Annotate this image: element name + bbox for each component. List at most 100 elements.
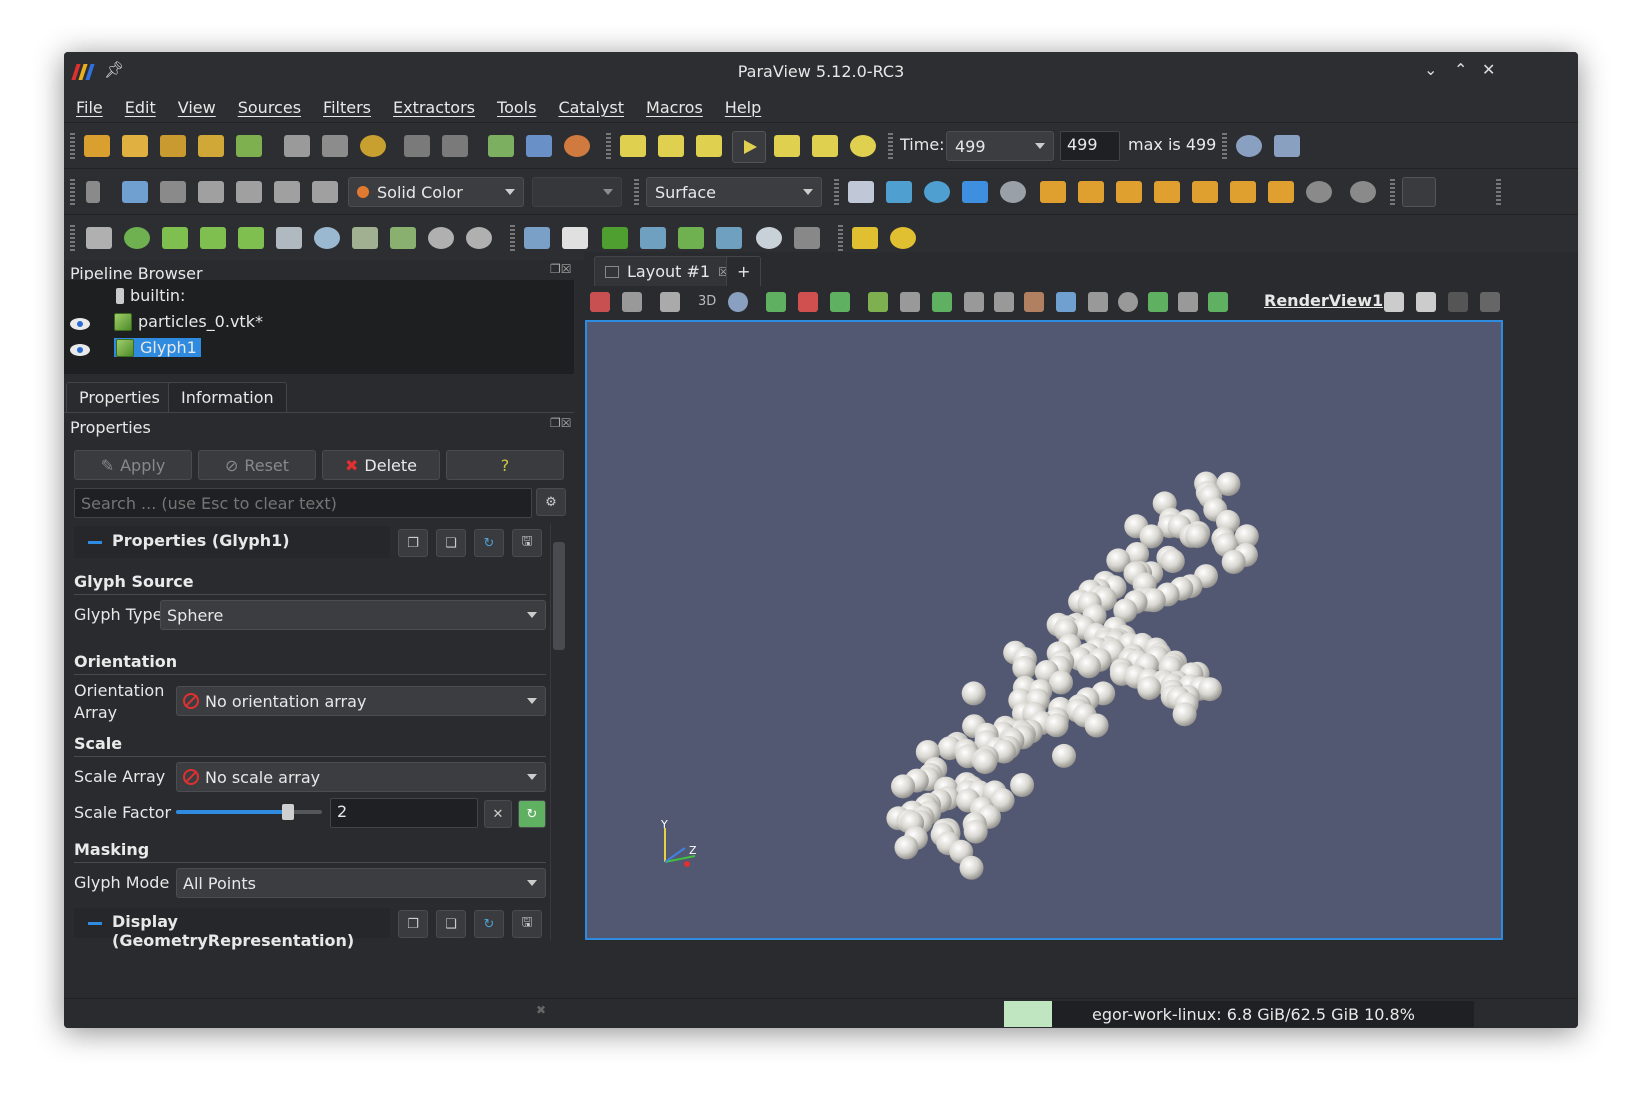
toolbar-grip[interactable] [634, 179, 639, 205]
reset-camera-closest-icon[interactable] [886, 181, 912, 203]
stream-tracer-icon[interactable] [352, 227, 378, 249]
restore-defaults-icon[interactable]: ↻ [474, 529, 504, 557]
copy-icon[interactable]: ❐ [398, 529, 428, 557]
scalar-bar-icon[interactable] [86, 181, 100, 203]
rescale-custom-icon[interactable] [198, 181, 224, 203]
toolbar-grip[interactable] [1390, 179, 1395, 205]
coloring-combo[interactable]: Solid Color [348, 177, 524, 207]
extract-selection-icon[interactable] [562, 227, 588, 249]
glyph-type-select[interactable]: Sphere [160, 600, 546, 630]
scale-factor-slider[interactable] [176, 804, 322, 820]
toolbar-grip[interactable] [834, 179, 839, 205]
menu-file[interactable]: File [76, 98, 103, 117]
rescale-temporal-icon[interactable] [236, 181, 262, 203]
properties-scrollbar[interactable] [550, 524, 566, 940]
visibility-eye-icon[interactable] [70, 344, 90, 356]
gear-icon[interactable]: ⚙ [536, 488, 566, 516]
last-frame-icon[interactable] [812, 135, 838, 157]
rescale-visible-icon[interactable] [274, 181, 300, 203]
search-input[interactable] [74, 488, 532, 518]
save-data-icon[interactable] [160, 135, 186, 157]
play-icon[interactable] [732, 131, 766, 163]
menu-extractors[interactable]: Extractors [393, 98, 475, 117]
menu-help[interactable]: Help [725, 98, 761, 117]
step-back-icon[interactable] [696, 135, 722, 157]
spreadsheet-icon[interactable] [526, 135, 552, 157]
toolbar-grip[interactable] [1222, 133, 1227, 159]
paste-icon[interactable]: ❑ [436, 529, 466, 557]
color-palette-icon[interactable] [564, 135, 590, 157]
toolbar-grip[interactable] [1496, 179, 1501, 205]
toolbar-grip[interactable] [510, 225, 515, 251]
temporal-icon[interactable] [756, 227, 782, 249]
view-minus-z-icon[interactable] [1230, 181, 1256, 203]
time-step-spinbox[interactable]: 499 [1060, 131, 1120, 161]
reset-camera-icon[interactable] [848, 181, 874, 203]
view-plus-x-icon[interactable] [1040, 181, 1066, 203]
plot-data-icon[interactable] [640, 227, 666, 249]
extract-level-icon[interactable] [466, 227, 492, 249]
menu-macros[interactable]: Macros [646, 98, 703, 117]
zoom-to-box-icon[interactable] [962, 181, 988, 203]
isometric-view-icon[interactable] [1268, 181, 1294, 203]
visibility-eye-icon[interactable] [70, 318, 90, 330]
calculator-icon[interactable] [86, 227, 112, 249]
render-view-name[interactable]: RenderView1 [1264, 291, 1383, 310]
scrollbar-thumb[interactable] [553, 542, 565, 650]
clip-icon[interactable] [162, 227, 188, 249]
threshold-icon[interactable] [238, 227, 264, 249]
maximize-icon[interactable]: ⌃ [1454, 60, 1467, 79]
menu-catalyst[interactable]: Catalyst [558, 98, 624, 117]
view-properties-icon[interactable] [622, 292, 642, 312]
view-minus-y-icon[interactable] [1154, 181, 1180, 203]
representation-combo[interactable]: Surface [646, 177, 822, 207]
undo-icon[interactable] [404, 135, 430, 157]
pipeline-item-glyph1[interactable]: Glyph1 [114, 338, 201, 357]
rotate-plus-90-icon[interactable] [1306, 181, 1332, 203]
add-layout-button[interactable]: + [726, 256, 762, 286]
apply-button[interactable]: ✎ Apply [74, 450, 192, 480]
clear-selection-icon[interactable] [1208, 292, 1228, 312]
toolbar-grip[interactable] [888, 133, 893, 159]
redo-icon[interactable] [442, 135, 468, 157]
plot-over-line-icon[interactable] [524, 227, 550, 249]
save-defaults-icon[interactable]: 🖫︎ [512, 910, 542, 938]
scale-array-select[interactable]: No scale array [176, 762, 546, 792]
edit-colormap-icon[interactable] [122, 181, 148, 203]
help-button[interactable]: ? [446, 450, 564, 480]
glyph-mode-select[interactable]: All Points [176, 868, 546, 898]
hover-cells-icon[interactable] [1118, 292, 1138, 312]
previous-frame-icon[interactable] [658, 135, 684, 157]
close-view-icon[interactable] [1480, 292, 1500, 312]
restore-defaults-icon[interactable]: ↻ [474, 910, 504, 938]
reset-button[interactable]: ⊘ Reset [198, 450, 316, 480]
interactive-select-icon[interactable] [1056, 292, 1076, 312]
select-cells-frustum-icon[interactable] [932, 292, 952, 312]
menu-filters[interactable]: Filters [323, 98, 371, 117]
display-group-header[interactable]: Display (GeometryRepresentation) [74, 908, 390, 950]
toolbar-grip[interactable] [70, 179, 75, 205]
python-calculator-icon[interactable] [794, 227, 820, 249]
ruler-icon[interactable] [852, 227, 878, 249]
zoom-to-selection-icon[interactable] [1000, 181, 1026, 203]
delete-button[interactable]: ✖ Delete [322, 450, 440, 480]
connect-icon[interactable] [198, 135, 224, 157]
save-state-icon[interactable] [284, 135, 310, 157]
select-subtract-icon[interactable] [798, 292, 818, 312]
slice-icon[interactable] [200, 227, 226, 249]
view-minus-x-icon[interactable] [1078, 181, 1104, 203]
pipeline-item-particles[interactable]: particles_0.vtk* [114, 312, 263, 331]
find-data-icon[interactable] [488, 135, 514, 157]
clear-icon[interactable]: ✕ [484, 800, 512, 828]
split-vertical-icon[interactable] [1416, 292, 1436, 312]
shrink-selection-icon[interactable] [1178, 292, 1198, 312]
menu-sources[interactable]: Sources [238, 98, 301, 117]
reset-session-icon[interactable] [360, 135, 386, 157]
slider-handle[interactable] [282, 804, 294, 820]
open-state-icon[interactable] [122, 135, 148, 157]
contour-icon[interactable] [124, 227, 150, 249]
group-datasets-icon[interactable] [428, 227, 454, 249]
copy-icon[interactable]: ❐ [398, 910, 428, 938]
rescale-range-icon[interactable] [160, 181, 186, 203]
view-plus-y-icon[interactable] [1116, 181, 1142, 203]
